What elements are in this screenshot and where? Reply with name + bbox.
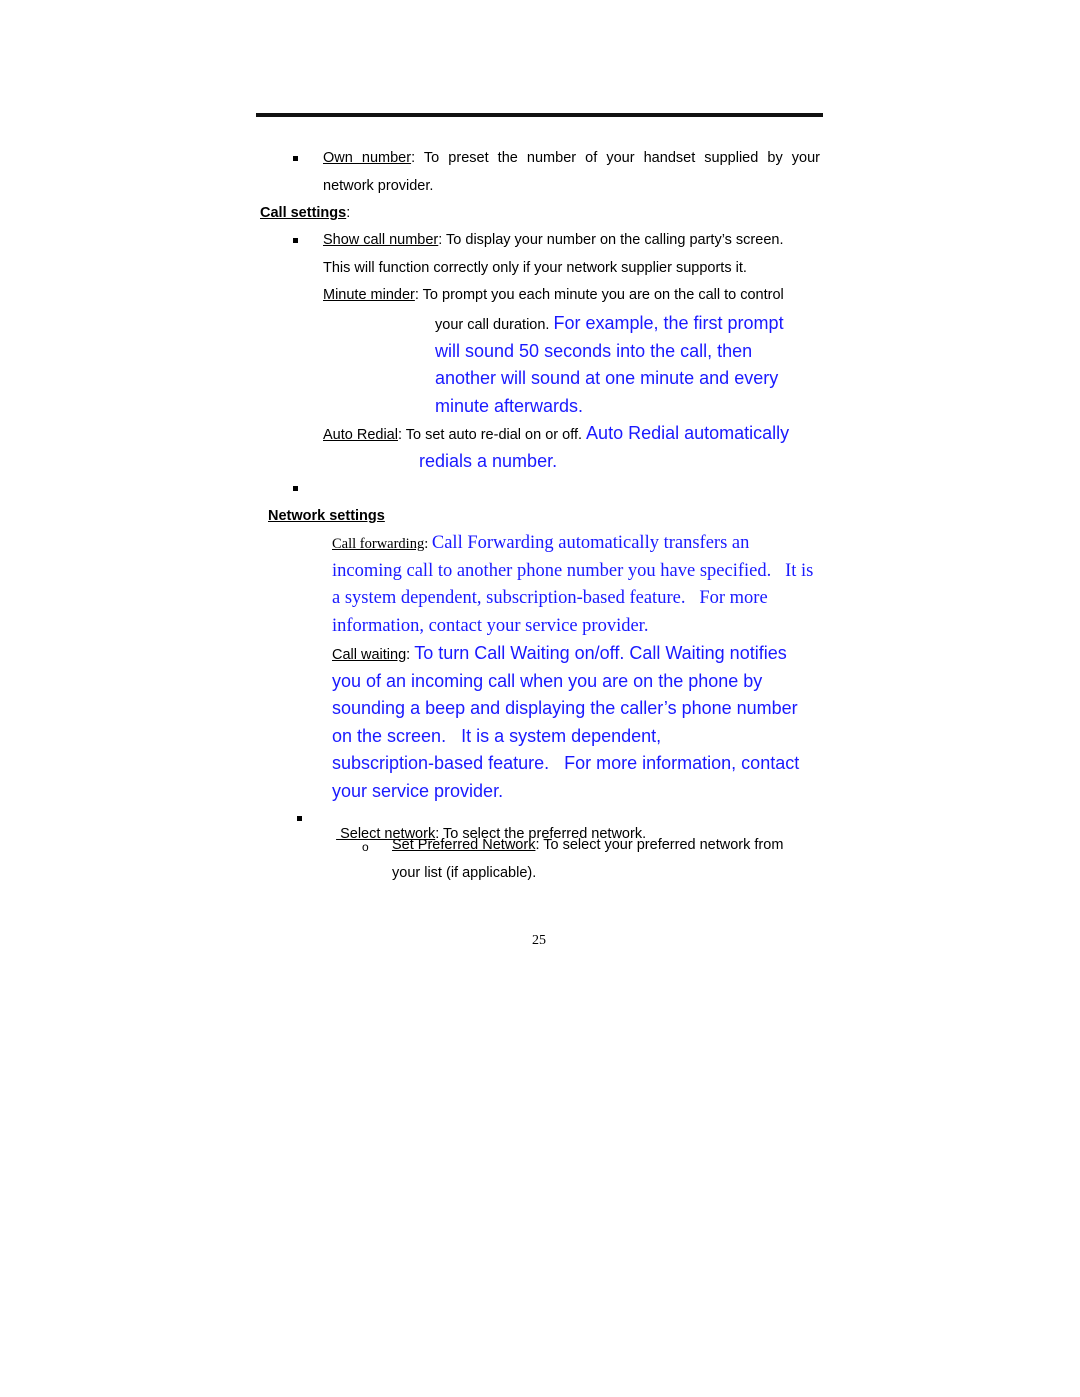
minute-minder-item: Minute minder: To prompt you each minute… bbox=[323, 287, 784, 303]
call-forwarding-colon: : bbox=[424, 536, 432, 552]
set-preferred-network-label: Set Preferred Network bbox=[392, 837, 536, 853]
call-forwarding-label: Call forwarding bbox=[332, 536, 425, 552]
bullet-icon bbox=[297, 816, 302, 821]
show-call-number-item: Show call number: To display your number… bbox=[323, 232, 783, 248]
call-forwarding-line3: a system dependent, subscription-based f… bbox=[332, 588, 768, 608]
call-waiting-item: Call waiting: To turn Call Waiting on/of… bbox=[332, 643, 787, 664]
set-preferred-network-item: Set Preferred Network: To select your pr… bbox=[392, 837, 783, 853]
set-preferred-network-text: : To select your preferred network from bbox=[535, 837, 784, 853]
auto-redial-text-blue-cont: redials a number. bbox=[419, 451, 558, 471]
minute-minder-line5: minute afterwards. bbox=[435, 396, 584, 416]
minute-minder-line4: another will sound at one minute and eve… bbox=[435, 368, 779, 388]
call-waiting-label: Call waiting bbox=[332, 647, 407, 663]
call-waiting-line4: on the screen. It is a system dependent, bbox=[332, 726, 662, 746]
auto-redial-label: Auto Redial bbox=[323, 427, 398, 443]
network-settings-heading: Network settings bbox=[268, 508, 385, 524]
call-forwarding-line2: incoming call to another phone number yo… bbox=[332, 561, 814, 581]
own-number-label: Own number bbox=[323, 150, 412, 166]
auto-redial-text-blue: Auto Redial automatically bbox=[586, 423, 790, 443]
set-preferred-network-text-cont: your list (if applicable). bbox=[392, 865, 537, 881]
minute-minder-line2: your call duration. For example, the fir… bbox=[435, 313, 784, 334]
circle-bullet-icon: o bbox=[362, 840, 369, 854]
own-number-item: Own number: To preset the number of your… bbox=[323, 150, 820, 166]
bullet-icon bbox=[293, 156, 298, 161]
call-waiting-line6: your service provider. bbox=[332, 781, 504, 801]
minute-minder-label: Minute minder bbox=[323, 287, 415, 303]
call-waiting-colon: : bbox=[406, 647, 415, 663]
bullet-icon bbox=[293, 486, 298, 491]
auto-redial-text: : To set auto re-dial on or off. bbox=[397, 427, 587, 443]
call-settings-heading-text: Call settings bbox=[260, 205, 347, 221]
own-number-text: : To preset the number of your handset s… bbox=[411, 150, 820, 166]
call-forwarding-line4: information, contact your service provid… bbox=[332, 616, 649, 636]
auto-redial-item: Auto Redial: To set auto re-dial on or o… bbox=[323, 423, 789, 444]
minute-minder-line3: will sound 50 seconds into the call, the… bbox=[435, 341, 753, 361]
minute-minder-text-blue: For example, the first prompt bbox=[553, 313, 784, 333]
bullet-icon bbox=[293, 238, 298, 243]
call-waiting-line2: you of an incoming call when you are on … bbox=[332, 671, 763, 691]
call-settings-heading: Call settings: bbox=[260, 205, 350, 221]
show-call-number-label: Show call number bbox=[323, 232, 439, 248]
own-number-text-cont: network provider. bbox=[323, 178, 434, 194]
call-forwarding-text: Call Forwarding automatically transfers … bbox=[431, 533, 750, 553]
show-call-number-text-cont: This will function correctly only if you… bbox=[323, 260, 747, 276]
minute-minder-text: : To prompt you each minute you are on t… bbox=[414, 287, 784, 303]
call-waiting-line3: sounding a beep and displaying the calle… bbox=[332, 698, 798, 718]
page-number: 25 bbox=[532, 933, 546, 948]
call-settings-heading-colon: : bbox=[346, 205, 351, 221]
minute-minder-text-black: your call duration. bbox=[435, 317, 554, 333]
show-call-number-text: : To display your number on the calling … bbox=[438, 232, 784, 248]
call-waiting-text: To turn Call Waiting on/off. Call Waitin… bbox=[414, 643, 787, 663]
header-rule bbox=[256, 113, 823, 117]
call-forwarding-item: Call forwarding: Call Forwarding automat… bbox=[332, 533, 749, 554]
call-waiting-line5: subscription-based feature. For more inf… bbox=[332, 753, 800, 773]
